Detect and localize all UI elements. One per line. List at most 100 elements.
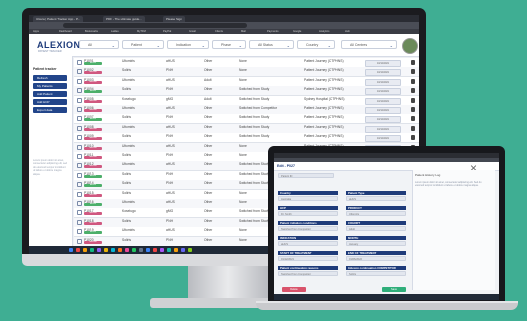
history-panel-title: Patient History Log [415, 173, 441, 177]
checkbox-icon[interactable] [77, 135, 82, 141]
field-value[interactable]: Soliris [346, 271, 406, 276]
document-icon[interactable] [411, 78, 415, 84]
field-value[interactable]: 01/06/2022 [346, 256, 406, 261]
checkbox-icon[interactable] [77, 219, 82, 225]
checkbox-icon[interactable] [77, 69, 82, 75]
checkbox-icon[interactable] [77, 154, 82, 159]
row-date[interactable]: 10/12/2021 [365, 78, 401, 86]
row-status: None [239, 237, 247, 242]
filter-status[interactable]: All Status ⌄ [249, 40, 294, 49]
checkbox-icon[interactable] [77, 125, 82, 131]
field-value[interactable]: Switched from Competitor [278, 271, 338, 276]
filter-country[interactable]: Country ⌄ [297, 40, 335, 49]
taskbar-app-icon[interactable] [188, 248, 192, 252]
row-indication: aHUS [166, 124, 175, 129]
url-field[interactable] [63, 23, 247, 28]
document-icon[interactable] [411, 135, 415, 141]
field-label: START OF TREATMENT [278, 251, 338, 255]
row-phase: Other [204, 218, 213, 223]
field-value[interactable]: Adult [346, 226, 406, 231]
row-date[interactable]: 10/12/2021 [365, 125, 401, 133]
row-indication: PNH [166, 115, 173, 120]
field-value[interactable]: aHUS [278, 241, 338, 246]
document-icon[interactable] [411, 107, 415, 112]
checkbox-icon[interactable] [77, 97, 82, 103]
delete-button[interactable]: Delete [282, 287, 306, 292]
checkbox-icon[interactable] [77, 60, 82, 65]
taskbar-app-icon[interactable] [76, 248, 80, 252]
checkbox-icon[interactable] [77, 88, 82, 94]
sidebar-export-button[interactable]: Export data [33, 107, 67, 113]
taskbar-app-icon[interactable] [174, 248, 178, 252]
status-badge: Inactive [84, 80, 102, 84]
taskbar-app-icon[interactable] [167, 248, 171, 252]
taskbar-app-icon[interactable] [146, 248, 150, 252]
row-date[interactable]: 10/12/2021 [365, 107, 401, 114]
row-status: Switched from Study [239, 181, 270, 186]
field-value[interactable]: Dr. Smith [278, 211, 338, 216]
taskbar-app-icon[interactable] [139, 248, 143, 252]
filter-all[interactable]: All ⌄ [79, 40, 119, 49]
checkbox-icon[interactable] [77, 201, 82, 206]
taskbar-app-icon[interactable] [97, 248, 101, 252]
taskbar-app-icon[interactable] [160, 248, 164, 252]
checkbox-icon[interactable] [77, 116, 82, 122]
taskbar-app-icon[interactable] [90, 248, 94, 252]
filter-patient[interactable]: Patient ⌄ [122, 40, 164, 49]
document-icon[interactable] [411, 97, 415, 103]
sidebar-add-hcp-button[interactable]: Add HCP [33, 99, 67, 105]
checkbox-icon[interactable] [77, 163, 82, 169]
document-icon[interactable] [411, 125, 415, 131]
row-product: Ultomiris [122, 59, 135, 63]
taskbar-app-icon[interactable] [83, 248, 87, 252]
row-date[interactable]: 10/12/2021 [365, 135, 401, 143]
sidebar-add-patient-button[interactable]: Add Patient [33, 91, 67, 97]
field-label: PRODUCT [346, 206, 406, 210]
field-label: END OF TREATMENT [346, 251, 406, 255]
filter-indication[interactable]: Indication ⌄ [167, 40, 209, 49]
taskbar-app-icon[interactable] [132, 248, 136, 252]
field-value[interactable]: 01/12/2021 [278, 256, 338, 261]
taskbar-app-icon[interactable] [181, 248, 185, 252]
checkbox-icon[interactable] [77, 107, 82, 112]
field-value[interactable]: January [346, 241, 406, 246]
taskbar-app-icon[interactable] [153, 248, 157, 252]
checkbox-icon[interactable] [77, 191, 82, 197]
avatar[interactable] [402, 38, 418, 54]
checkbox-icon[interactable] [77, 229, 82, 235]
row-date[interactable]: 10/12/2021 [365, 60, 401, 67]
filter-label: All [88, 43, 92, 47]
filter-centre[interactable]: All Centres ⌄ [341, 40, 397, 49]
patient-id-field[interactable]: Patient ID [278, 173, 334, 178]
field-value[interactable]: Switched from Competitor [278, 226, 338, 231]
checkbox-icon[interactable] [77, 238, 82, 244]
checkbox-icon[interactable] [77, 144, 82, 150]
field-value[interactable]: Ultomiris [346, 211, 406, 216]
taskbar-app-icon[interactable] [125, 248, 129, 252]
checkbox-icon[interactable] [77, 172, 82, 178]
taskbar-app-icon[interactable] [111, 248, 115, 252]
row-indication: PNH [166, 134, 173, 139]
taskbar-app-icon[interactable] [69, 248, 73, 252]
sidebar-refresh-button[interactable]: Refresh [33, 75, 67, 81]
document-icon[interactable] [411, 88, 415, 94]
row-date[interactable]: 10/12/2021 [365, 97, 401, 105]
row-date[interactable]: 10/12/2021 [365, 88, 401, 96]
document-icon[interactable] [411, 116, 415, 122]
checkbox-icon[interactable] [77, 182, 82, 188]
row-date[interactable]: 10/12/2021 [365, 116, 401, 124]
filter-phase[interactable]: Phase ⌄ [212, 40, 246, 49]
save-button[interactable]: Save [382, 287, 406, 292]
field-value[interactable]: Australia [278, 196, 338, 201]
taskbar-app-icon[interactable] [104, 248, 108, 252]
field-value[interactable]: aHUS [346, 196, 406, 201]
document-icon[interactable] [411, 60, 415, 65]
row-phase: Other [204, 87, 213, 92]
sidebar-my-patients-button[interactable]: My Patients [33, 83, 67, 89]
row-date[interactable]: 10/12/2021 [365, 69, 401, 77]
checkbox-icon[interactable] [77, 210, 82, 216]
taskbar-app-icon[interactable] [118, 248, 122, 252]
checkbox-icon[interactable] [77, 78, 82, 84]
row-indication: gMG [166, 96, 174, 101]
document-icon[interactable] [411, 69, 415, 75]
